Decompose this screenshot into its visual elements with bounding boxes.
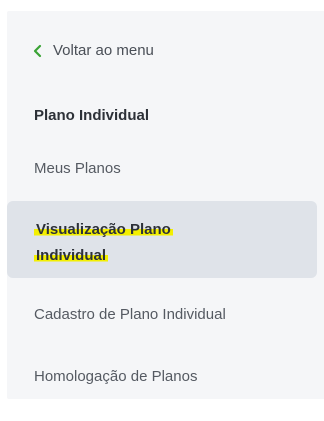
highlighted-label-line2: Individual — [34, 247, 109, 264]
sidebar-item-cadastro-plano-individual[interactable]: Cadastro de Plano Individual — [34, 306, 226, 323]
sidebar-item-meus-planos[interactable]: Meus Planos — [34, 160, 121, 177]
sidebar-item-label: Visualização Plano Individual — [34, 217, 234, 269]
sidebar-item-homologacao-de-planos[interactable]: Homologação de Planos — [34, 368, 197, 385]
back-to-menu-label: Voltar ao menu — [53, 42, 154, 59]
section-title: Plano Individual — [34, 107, 150, 124]
highlighted-label-line1: Visualização Plano — [34, 221, 173, 238]
chevron-left-icon — [32, 44, 44, 58]
back-to-menu-link[interactable]: Voltar ao menu — [32, 42, 154, 59]
sidebar-item-visualizacao-plano-individual[interactable]: Visualização Plano Individual — [7, 201, 317, 278]
